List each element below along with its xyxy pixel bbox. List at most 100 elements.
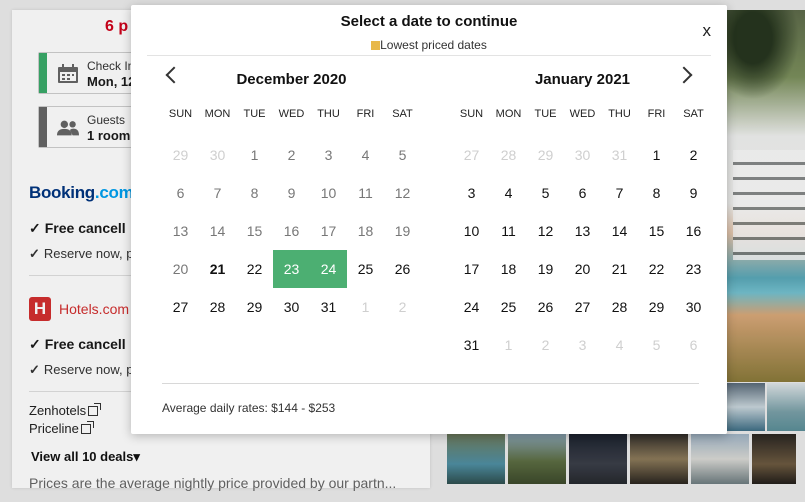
weekday-header: SUN MON TUE WED THU FRI SAT — [453, 108, 712, 126]
calendar-day[interactable]: 7 — [601, 174, 638, 212]
weekday-label: SUN — [459, 108, 484, 120]
calendar-day: 4 — [615, 337, 624, 353]
calendar-day[interactable]: 26 — [527, 288, 564, 326]
calendar-day[interactable]: 22 — [236, 250, 273, 288]
weekday-label: WED — [278, 108, 305, 120]
calendar-day[interactable]: 5 — [384, 136, 421, 174]
weekday-label: THU — [317, 108, 340, 120]
calendar-day-selected[interactable]: 24 — [310, 250, 347, 288]
modal-header-divider — [147, 55, 711, 56]
calendar-day[interactable]: 21 — [601, 250, 638, 288]
calendar-day[interactable]: 14 — [199, 212, 236, 250]
weekday-label: TUE — [243, 108, 266, 120]
calendar-day[interactable]: 10 — [453, 212, 490, 250]
calendar-day[interactable]: 3 — [310, 136, 347, 174]
weekday-label: SUN — [168, 108, 193, 120]
weekday-label: FRI — [356, 108, 375, 120]
calendar-day[interactable]: 12 — [527, 212, 564, 250]
calendar-day[interactable]: 29 — [236, 288, 273, 326]
day-grid: 27 28 29 30 31 1 2 3 4 5 6 7 8 9 10 11 12 13 14 15 16 17 18 19 2… — [453, 136, 712, 364]
weekday-label: TUE — [534, 108, 557, 120]
average-rates-text: Average daily rates: $144 - $253 — [162, 401, 336, 415]
calendar-day: 6 — [689, 337, 698, 353]
calendar-day[interactable]: 4 — [490, 174, 527, 212]
calendar-day[interactable]: 9 — [675, 174, 712, 212]
calendar-day[interactable]: 19 — [384, 212, 421, 250]
day-grid: 29 30 1 2 3 4 5 6 7 8 9 10 11 12 13 14 15 16 17 18 19 20 21 22 2… — [162, 136, 421, 326]
calendar-day: 2 — [541, 337, 550, 353]
calendar-day[interactable]: 12 — [384, 174, 421, 212]
calendar-day[interactable]: 31 — [453, 326, 490, 364]
weekday-label: MON — [204, 108, 231, 120]
calendar-day[interactable]: 3 — [453, 174, 490, 212]
calendar-day[interactable]: 17 — [453, 250, 490, 288]
price-legend: Lowest priced dates — [131, 38, 727, 52]
calendar-day[interactable]: 5 — [527, 174, 564, 212]
calendar-day[interactable]: 19 — [527, 250, 564, 288]
calendar-day[interactable]: 20 — [162, 250, 199, 288]
calendar-day[interactable]: 7 — [199, 174, 236, 212]
calendar-day[interactable]: 13 — [162, 212, 199, 250]
calendar-day[interactable]: 30 — [675, 288, 712, 326]
calendar-day[interactable]: 2 — [273, 136, 310, 174]
calendar-day[interactable]: 13 — [564, 212, 601, 250]
calendar-day: 29 — [172, 147, 189, 163]
month-title: December 2020 — [236, 71, 347, 88]
calendar-day[interactable]: 31 — [310, 288, 347, 326]
calendar-day[interactable]: 23 — [675, 250, 712, 288]
calendar-day[interactable]: 8 — [236, 174, 273, 212]
calendar-day[interactable]: 6 — [564, 174, 601, 212]
calendar-day[interactable]: 15 — [236, 212, 273, 250]
calendar-day[interactable]: 27 — [564, 288, 601, 326]
calendar-day[interactable]: 1 — [638, 136, 675, 174]
calendar-day[interactable]: 14 — [601, 212, 638, 250]
calendar-day: 29 — [537, 147, 554, 163]
calendar-day[interactable]: 2 — [675, 136, 712, 174]
calendar-day[interactable]: 22 — [638, 250, 675, 288]
weekday-header: SUN MON TUE WED THU FRI SAT — [162, 108, 421, 126]
calendar-day[interactable]: 29 — [638, 288, 675, 326]
date-picker-modal: Select a date to continue x Lowest price… — [131, 5, 727, 434]
calendar-day[interactable]: 8 — [638, 174, 675, 212]
calendar-day[interactable]: 16 — [273, 212, 310, 250]
calendar-day[interactable]: 27 — [162, 288, 199, 326]
weekday-label: SAT — [392, 108, 413, 120]
calendar-day[interactable]: 18 — [347, 212, 384, 250]
weekday-label: MON — [495, 108, 522, 120]
weekday-label: THU — [608, 108, 631, 120]
calendar-day: 1 — [361, 299, 370, 315]
calendar-day[interactable]: 21 — [199, 250, 236, 288]
calendar-day[interactable]: 24 — [453, 288, 490, 326]
calendar-day: 28 — [500, 147, 517, 163]
calendar-month-january: January 2021 SUN MON TUE WED THU FRI SAT 27 28 2… — [453, 70, 712, 364]
calendar-day[interactable]: 15 — [638, 212, 675, 250]
calendar-day[interactable]: 9 — [273, 174, 310, 212]
calendar-day[interactable]: 4 — [347, 136, 384, 174]
calendar-day[interactable]: 20 — [564, 250, 601, 288]
calendar-day[interactable]: 30 — [273, 288, 310, 326]
calendar-day[interactable]: 11 — [490, 212, 527, 250]
calendar-day[interactable]: 17 — [310, 212, 347, 250]
calendar-day[interactable]: 6 — [162, 174, 199, 212]
calendar-day: 31 — [611, 147, 628, 163]
legend-label: Lowest priced dates — [380, 38, 487, 52]
calendar-day[interactable]: 28 — [601, 288, 638, 326]
lowest-price-swatch-icon — [371, 41, 381, 50]
calendar-day[interactable]: 18 — [490, 250, 527, 288]
calendar-day: 30 — [209, 147, 226, 163]
month-title: January 2021 — [534, 71, 631, 88]
calendar-day[interactable]: 26 — [384, 250, 421, 288]
calendar-day[interactable]: 1 — [236, 136, 273, 174]
calendar-day[interactable]: 28 — [199, 288, 236, 326]
calendar-day: 30 — [574, 147, 591, 163]
calendar-day[interactable]: 16 — [675, 212, 712, 250]
modal-footer-divider — [162, 383, 699, 384]
calendar-day[interactable]: 10 — [310, 174, 347, 212]
calendar-day: 3 — [578, 337, 587, 353]
calendar-day[interactable]: 25 — [490, 288, 527, 326]
calendar-day[interactable]: 25 — [347, 250, 384, 288]
calendar-day[interactable]: 11 — [347, 174, 384, 212]
calendar-day: 5 — [652, 337, 661, 353]
modal-title: Select a date to continue — [340, 13, 518, 30]
calendar-day-selected[interactable]: 23 — [273, 250, 310, 288]
